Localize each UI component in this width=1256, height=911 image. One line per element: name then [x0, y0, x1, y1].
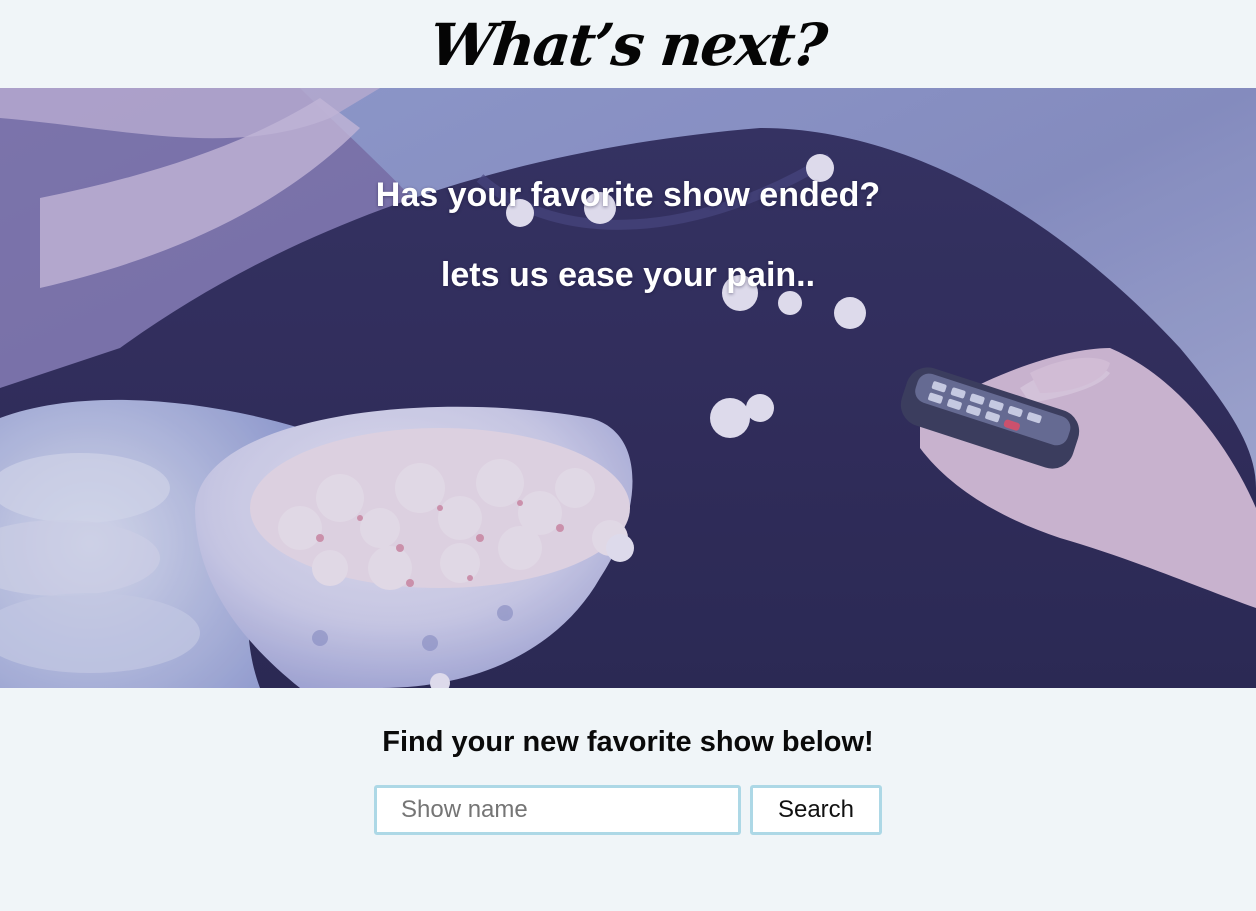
show-name-input[interactable]	[374, 785, 741, 835]
hero-headline: Has your favorite show ended?	[375, 176, 881, 214]
hero-banner: Has your favorite show ended? lets us ea…	[0, 88, 1256, 688]
search-section: Find your new favorite show below! Searc…	[0, 688, 1256, 835]
site-logo: What’s next?	[426, 11, 830, 79]
search-button[interactable]: Search	[750, 785, 882, 835]
search-form: Search	[0, 785, 1256, 835]
hero-subheadline: lets us ease your pain..	[440, 256, 816, 294]
search-heading: Find your new favorite show below!	[382, 726, 874, 758]
site-header: What’s next?	[0, 0, 1256, 88]
